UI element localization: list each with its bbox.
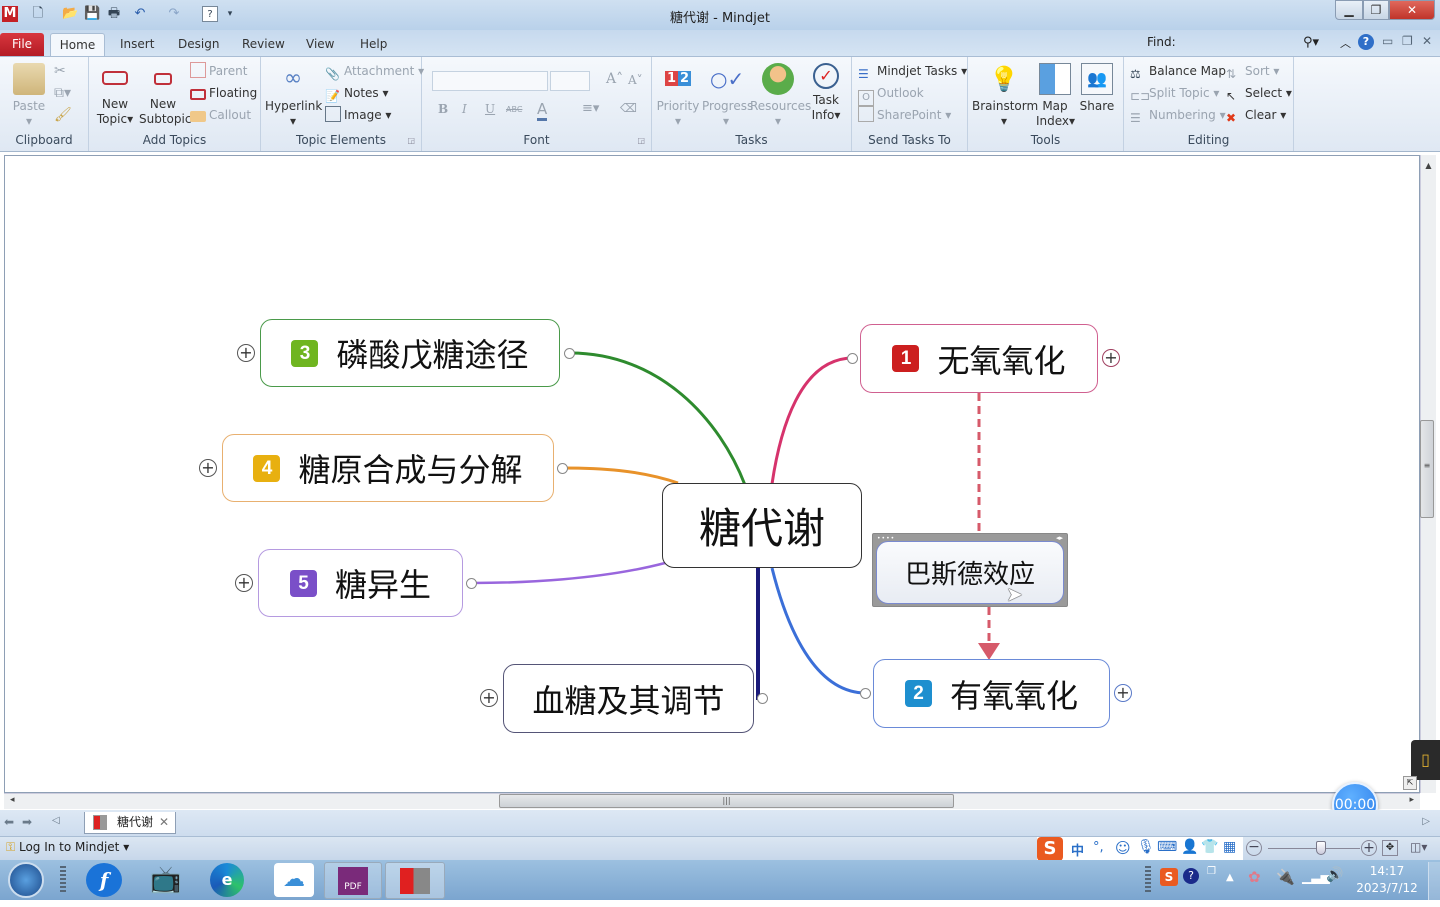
- branch-line-3: [569, 351, 747, 486]
- central-topic[interactable]: 糖代谢: [662, 483, 862, 568]
- start-button[interactable]: [8, 862, 44, 898]
- tab-scroll-right-icon[interactable]: ▷: [1422, 816, 1430, 827]
- connector-knob[interactable]: [557, 463, 568, 474]
- close-tab-icon[interactable]: ✕: [159, 812, 169, 832]
- tray-flower-icon[interactable]: ✿: [1248, 868, 1261, 886]
- map-connectors: [471, 351, 1000, 700]
- priority-badge-icon: 3: [291, 339, 319, 367]
- tab-scroll-left-icon[interactable]: ◁: [52, 815, 60, 826]
- sogou-icon[interactable]: S: [1037, 837, 1063, 861]
- zoom-in-button[interactable]: +: [1361, 840, 1377, 856]
- tray-expand-icon[interactable]: ▲: [1226, 872, 1234, 883]
- clock-time[interactable]: 14:17: [1352, 864, 1422, 878]
- expand-icon[interactable]: +: [1102, 349, 1120, 367]
- connector-knob[interactable]: [847, 353, 858, 364]
- resize-handle-icon[interactable]: ◂▸: [1056, 534, 1063, 542]
- tray-sogou-icon[interactable]: S: [1160, 868, 1178, 886]
- priority-badge-icon: 1: [892, 345, 920, 372]
- topic-3[interactable]: 3 磷酸戊糖途径: [260, 319, 560, 387]
- floating-topic[interactable]: 巴斯德效应: [876, 541, 1064, 604]
- pdf-icon: PDF: [338, 867, 368, 895]
- relationship-arrowhead-icon: [978, 643, 1000, 660]
- connector-knob[interactable]: [466, 578, 477, 589]
- branch-line-2: [770, 567, 867, 695]
- mindjet-doc-icon: [93, 815, 107, 830]
- priority-badge-icon: 5: [289, 569, 317, 597]
- branch-line-6: [756, 568, 762, 700]
- taskbar-bilibili-icon[interactable]: 📺: [146, 863, 186, 897]
- login-button[interactable]: ⚿ Log In to Mindjet ▾: [6, 840, 129, 855]
- branch-line-5: [471, 561, 666, 585]
- topic-1[interactable]: 1 无氧氧化: [860, 324, 1098, 393]
- expand-icon[interactable]: +: [1114, 684, 1132, 702]
- priority-badge-icon: 2: [904, 680, 932, 707]
- zoom-slider-track[interactable]: [1268, 848, 1360, 849]
- tray-volume-icon[interactable]: 🔊: [1326, 867, 1343, 883]
- tray-help-icon[interactable]: ?: [1183, 868, 1199, 884]
- topic-5[interactable]: 5 糖异生: [258, 549, 463, 617]
- key-icon: ⚿: [6, 840, 16, 854]
- taskbar-pdf-app[interactable]: PDF: [324, 862, 382, 899]
- clock-date[interactable]: 2023/7/12: [1352, 881, 1422, 895]
- branch-line-1: [770, 356, 854, 485]
- tray-grip: [1145, 866, 1151, 894]
- floating-topic-selection[interactable]: •••• ◂▸ 巴斯德效应: [872, 533, 1068, 607]
- connector-knob[interactable]: [757, 693, 768, 704]
- expand-icon[interactable]: +: [480, 689, 498, 707]
- expand-icon[interactable]: +: [237, 344, 255, 362]
- topic-blood-sugar[interactable]: 血糖及其调节: [503, 664, 754, 733]
- usb-device-icon[interactable]: ▯: [1411, 740, 1440, 780]
- scroll-right-icon[interactable]: ▸: [1409, 795, 1414, 805]
- ime-mode[interactable]: 中: [1071, 840, 1084, 859]
- microphone-icon[interactable]: 🎙: [1137, 839, 1155, 855]
- skin-icon[interactable]: 👕: [1201, 839, 1218, 855]
- zoom-slider-thumb[interactable]: [1316, 841, 1326, 855]
- taskbar-grip: [60, 866, 66, 894]
- status-bar: ⚿ Log In to Mindjet ▾ S 中 °, ☺ 🎙 ⌨ 👤 👕 ▦…: [0, 836, 1440, 861]
- ime-toolbar: S 中 °, ☺ 🎙 ⌨ 👤 👕 ▦: [1037, 837, 1243, 861]
- connector-knob[interactable]: [860, 688, 871, 699]
- expand-icon[interactable]: +: [199, 459, 217, 477]
- tray-window-icon[interactable]: ❐: [1207, 866, 1216, 877]
- view-mode-icon[interactable]: ◫▾: [1410, 840, 1432, 856]
- topic-2[interactable]: 2 有氧氧化: [873, 659, 1110, 728]
- mindjet-icon: [400, 868, 430, 894]
- taskbar-baidu-netdisk-icon[interactable]: ☁: [274, 863, 314, 897]
- nav-forward-icon[interactable]: ➡: [22, 815, 32, 829]
- punctuation-icon[interactable]: °,: [1093, 840, 1104, 855]
- mouse-cursor-icon: ➤: [1006, 582, 1023, 606]
- show-desktop-button[interactable]: [1428, 862, 1440, 900]
- scroll-left-icon[interactable]: ◂: [10, 795, 15, 805]
- expand-icon[interactable]: +: [235, 574, 253, 592]
- zoom-out-button[interactable]: −: [1246, 840, 1262, 856]
- scroll-up-icon[interactable]: ▲: [1421, 161, 1436, 170]
- horizontal-scroll-thumb[interactable]: |||: [499, 794, 954, 808]
- connector-knob[interactable]: [564, 348, 575, 359]
- user-icon[interactable]: 👤: [1181, 839, 1198, 855]
- overview-icon[interactable]: ⇱: [1403, 776, 1417, 790]
- topic-4[interactable]: 4 糖原合成与分解: [222, 434, 554, 502]
- nav-back-icon[interactable]: ⬅: [4, 815, 14, 829]
- branch-line-4: [561, 466, 679, 485]
- taskbar-mindjet-app[interactable]: [385, 862, 445, 899]
- fit-map-icon[interactable]: ✥: [1382, 840, 1398, 856]
- document-tab[interactable]: 糖代谢 ✕: [84, 812, 176, 834]
- grid-menu-icon[interactable]: ▦: [1223, 839, 1236, 855]
- taskbar-flash-icon[interactable]: f: [86, 863, 122, 897]
- priority-badge-icon: 4: [253, 454, 281, 482]
- taskbar-edge-icon[interactable]: e: [210, 863, 244, 897]
- emoji-icon[interactable]: ☺: [1115, 839, 1131, 857]
- document-tab-bar: ⬅ ➡ ◁ ▷: [0, 810, 1440, 836]
- tray-power-icon[interactable]: 🔌: [1276, 868, 1295, 886]
- vertical-scroll-thumb[interactable]: ≡: [1420, 420, 1434, 518]
- keyboard-icon[interactable]: ⌨: [1157, 839, 1177, 855]
